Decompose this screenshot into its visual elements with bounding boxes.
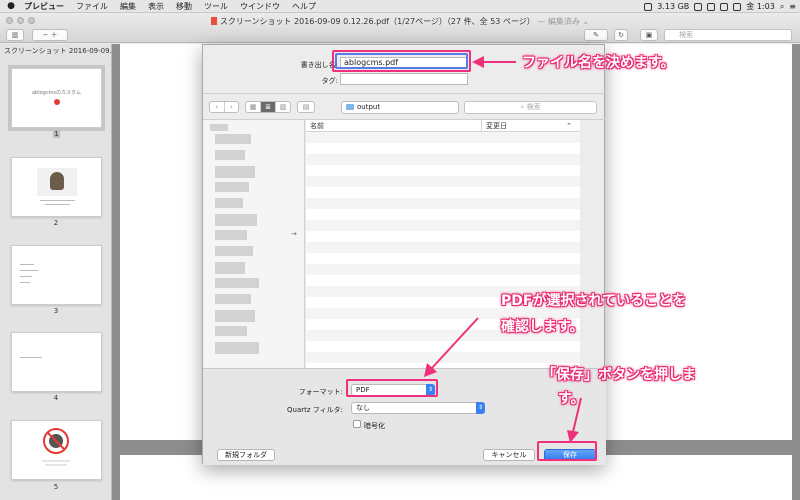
- save-highlight-box: [537, 441, 597, 461]
- new-folder-button[interactable]: 新規フォルダ: [217, 449, 275, 461]
- column-header-modified-label: 変更日: [486, 122, 507, 130]
- edited-status[interactable]: — 編集済み ⌄: [535, 17, 589, 26]
- annotation-pdf-line2: 確認します。: [501, 319, 584, 335]
- encrypt-checkbox[interactable]: [353, 420, 361, 428]
- rotate-button[interactable]: ↻: [614, 29, 628, 41]
- menu-window[interactable]: ウインドウ: [234, 1, 286, 12]
- location-popup[interactable]: output: [341, 101, 459, 114]
- tags-input[interactable]: [340, 73, 468, 85]
- page-number: 4: [53, 394, 59, 402]
- folder-icon: [346, 104, 354, 110]
- status-area: 3.13 GB 金 1:03 ⌕ ≡: [644, 0, 796, 13]
- apple-menu-icon[interactable]: ●: [4, 1, 18, 11]
- divider: [203, 93, 606, 94]
- menu-help[interactable]: ヘルプ: [286, 1, 322, 12]
- menu-list-icon[interactable]: ≡: [789, 2, 796, 11]
- markup-button[interactable]: ✎: [584, 29, 608, 41]
- status-icon[interactable]: [644, 2, 653, 11]
- back-arrow-icon[interactable]: ‹: [210, 102, 225, 112]
- menu-edit[interactable]: 編集: [114, 1, 142, 12]
- wifi-icon[interactable]: [720, 2, 729, 11]
- sort-arrow-icon: ⌃: [566, 122, 572, 130]
- save-as-label: 書き出し名:: [300, 61, 338, 69]
- search-menu-icon[interactable]: ⌕: [780, 2, 784, 12]
- window-toolbar: スクリーンショット 2016-09-09 0.12.26.pdf（1/27ページ…: [0, 13, 800, 43]
- format-label: フォーマット:: [298, 388, 343, 396]
- thumbnail-title: ablogcmsのカスタム: [31, 90, 82, 96]
- column-header-modified[interactable]: 変更日 ⌃: [482, 120, 580, 132]
- page-number: 5: [53, 483, 59, 491]
- location-text: output: [357, 103, 381, 111]
- annotation-filename: ファイル名を決めます。: [522, 55, 675, 71]
- wordpress-prohibited-icon: [42, 428, 70, 466]
- menu-preview[interactable]: プレビュー: [18, 1, 70, 12]
- column-view-icon[interactable]: ▥: [276, 102, 290, 112]
- page-thumbnail-3[interactable]: [11, 245, 102, 305]
- pdf-file-icon: [210, 17, 217, 25]
- page-thumbnail-1[interactable]: ablogcmsのカスタム: [8, 65, 105, 131]
- sidebar-locations-blurred[interactable]: →: [203, 120, 305, 368]
- menu-bar: ● プレビュー ファイル 編集 表示 移動 ツール ウインドウ ヘルプ 3.13…: [0, 0, 800, 13]
- annotation-pdf-line1: PDFが選択されていることを: [501, 293, 687, 309]
- menu-file[interactable]: ファイル: [70, 1, 114, 12]
- cancel-button[interactable]: キャンセル: [483, 449, 535, 461]
- menu-view[interactable]: 表示: [142, 1, 170, 12]
- document-title: スクリーンショット 2016-09-09 0.12.26.pdf（1/27ページ…: [0, 16, 800, 27]
- zoom-controls[interactable]: − ＋: [32, 29, 68, 41]
- expand-arrow-icon[interactable]: →: [291, 230, 297, 238]
- sidebar-header[interactable]: スクリーンショット 2016-09-09...: [0, 44, 111, 58]
- forward-arrow-icon[interactable]: ›: [225, 102, 239, 112]
- quartz-filter-popup[interactable]: なし ⇕: [351, 402, 485, 414]
- export-dialog: 書き出し名: ablogcms.pdf タグ: ‹ › ▦ ≣ ▥ ▤ outp…: [202, 44, 606, 465]
- page-thumbnail-2[interactable]: [11, 157, 102, 217]
- checkbox-app-icon[interactable]: [707, 2, 716, 11]
- menu-tools[interactable]: ツール: [198, 1, 234, 12]
- page-thumbnail-5[interactable]: [11, 420, 102, 480]
- dialog-search-input[interactable]: ⌕ 検索: [464, 101, 597, 114]
- format-highlight-box: [346, 379, 438, 397]
- annotation-save-line2: す。: [558, 391, 585, 407]
- sync-icon[interactable]: [694, 2, 703, 11]
- avatar-illustration-icon: [50, 172, 64, 190]
- page-number: 1: [53, 130, 60, 138]
- filename-highlight-box: [332, 50, 471, 72]
- tags-label: タグ:: [321, 77, 338, 85]
- logo-icon: [54, 99, 60, 105]
- toolbox-button[interactable]: ▣: [640, 29, 658, 41]
- page-number: 3: [53, 307, 59, 315]
- document-title-text: スクリーンショット 2016-09-09 0.12.26.pdf（1/27ページ…: [219, 17, 535, 26]
- flag-icon[interactable]: [733, 2, 742, 11]
- clock[interactable]: 金 1:03: [746, 1, 775, 12]
- view-mode-buttons[interactable]: ▦ ≣ ▥: [245, 101, 291, 113]
- annotation-save-line1: 「保存」ボタンを押しま: [542, 367, 696, 383]
- back-forward-buttons[interactable]: ‹ ›: [209, 101, 239, 113]
- thumbnail-sidebar: スクリーンショット 2016-09-09... ablogcmsのカスタム 1 …: [0, 44, 112, 500]
- popup-arrows-icon: ⇕: [476, 402, 485, 414]
- storage-indicator[interactable]: 3.13 GB: [657, 2, 689, 11]
- arrange-button[interactable]: ▤: [297, 101, 315, 113]
- quartz-filter-value: なし: [356, 404, 370, 412]
- icon-view-icon[interactable]: ▦: [246, 102, 261, 112]
- column-header-name[interactable]: 名前: [306, 120, 482, 132]
- menu-go[interactable]: 移動: [170, 1, 198, 12]
- encrypt-label: 暗号化: [364, 422, 385, 430]
- page-thumbnail-4[interactable]: [11, 332, 102, 392]
- sidebar-toggle-button[interactable]: ▥: [6, 29, 24, 41]
- toolbar-search-input[interactable]: 検索: [664, 29, 792, 41]
- list-view-icon[interactable]: ≣: [261, 102, 276, 112]
- page-number: 2: [53, 219, 59, 227]
- arrange-grid-icon[interactable]: ▤: [298, 102, 314, 112]
- quartz-filter-label: Quartz フィルタ:: [287, 406, 343, 414]
